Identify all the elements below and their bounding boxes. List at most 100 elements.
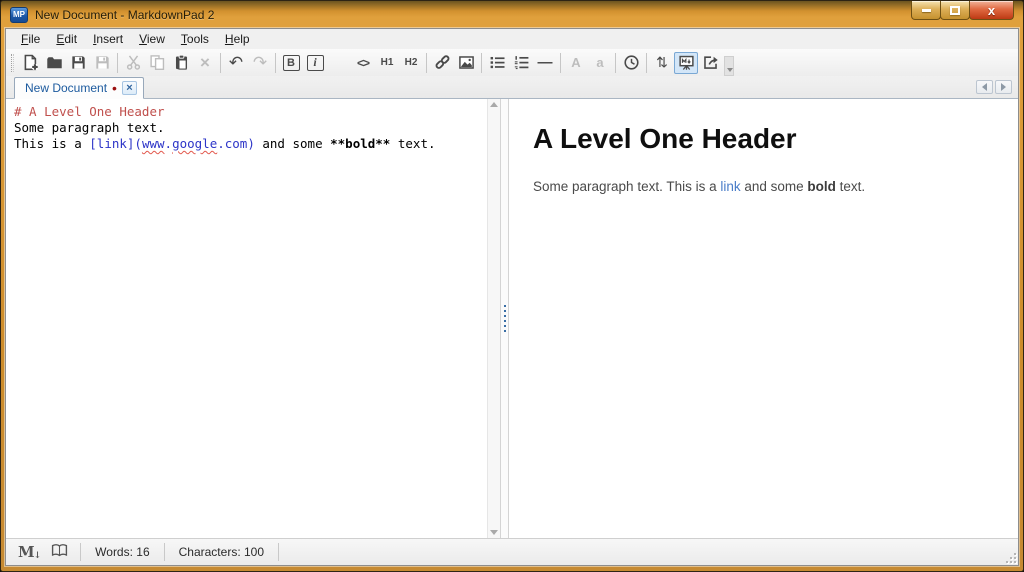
close-icon: x (988, 4, 995, 17)
numbered-list-icon (513, 54, 530, 71)
preview-forward-button[interactable] (995, 80, 1012, 94)
image-button[interactable] (454, 52, 478, 74)
redo-icon: ↷ (253, 56, 267, 70)
timestamp-button[interactable] (619, 52, 643, 74)
cut-button[interactable] (121, 52, 145, 74)
back-arrow-icon (982, 83, 987, 91)
open-folder-button[interactable] (42, 52, 66, 74)
tab-new-document[interactable]: New Document • × (14, 77, 144, 99)
live-preview-button[interactable] (674, 52, 698, 74)
menu-help[interactable]: Help (217, 30, 258, 48)
tabbar: New Document • × (6, 76, 1018, 99)
forward-arrow-icon (1001, 83, 1006, 91)
bullet-list-button[interactable] (485, 52, 509, 74)
toolbar: × ↶ ↷ Bi“ <> H1H2 — Aa ⇅ (6, 49, 1018, 76)
cut-icon (125, 54, 142, 71)
copy-button[interactable] (145, 52, 169, 74)
italic-icon: i (307, 55, 324, 71)
live-preview-icon (678, 54, 695, 71)
titlebar[interactable]: MP New Document - MarkdownPad 2 x (1, 1, 1023, 28)
preview-back-button[interactable] (976, 80, 993, 94)
toolbar-separator (615, 53, 616, 73)
app-window: MP New Document - MarkdownPad 2 x FileEd… (0, 0, 1024, 572)
editor-token: .com) (217, 136, 255, 151)
paste-button[interactable] (169, 52, 193, 74)
editor-token: text. (390, 136, 435, 151)
blockquote-button[interactable]: “ (327, 52, 351, 74)
markdown-icon[interactable]: M↓ (18, 543, 41, 561)
save-all-button[interactable] (90, 52, 114, 74)
toolbar-separator (646, 53, 647, 73)
pane-splitter[interactable] (500, 99, 509, 538)
horizontal-rule-button[interactable]: — (533, 52, 557, 74)
code-icon: <> (357, 56, 369, 70)
statusbar-icons: M↓ (6, 542, 80, 562)
resize-grip[interactable] (1002, 549, 1016, 563)
statusbar-separator (278, 543, 279, 561)
heading-1-button[interactable]: H1 (375, 52, 399, 74)
redo-button[interactable]: ↷ (248, 52, 272, 74)
undo-button[interactable]: ↶ (224, 52, 248, 74)
heading-2-button[interactable]: H2 (399, 52, 423, 74)
preview-link[interactable]: link (720, 179, 740, 194)
new-document-button[interactable] (18, 52, 42, 74)
numbered-list-button[interactable] (509, 52, 533, 74)
paste-icon (173, 54, 190, 71)
editor-line: Some paragraph text. (14, 120, 480, 136)
lowercase-button[interactable]: a (588, 52, 612, 74)
scroll-sync-button[interactable]: ⇅ (650, 52, 674, 74)
save-icon (70, 54, 87, 71)
code-button[interactable]: <> (351, 52, 375, 74)
editor-line: # A Level One Header (14, 104, 480, 120)
preview-heading: A Level One Header (533, 123, 994, 155)
save-all-icon (94, 54, 111, 71)
uppercase-button[interactable]: A (564, 52, 588, 74)
editor-pane: # A Level One HeaderSome paragraph text.… (6, 99, 500, 538)
editor-token: # A Level One Header (14, 104, 165, 119)
horizontal-rule-icon: — (538, 58, 553, 68)
maximize-button[interactable] (940, 1, 970, 20)
client-area: FileEditInsertViewToolsHelp × ↶ ↷ Bi“ <> H1H2… (5, 28, 1019, 566)
window-title: New Document - MarkdownPad 2 (35, 8, 214, 22)
menu-view[interactable]: View (131, 30, 173, 48)
statusbar: M↓ Words: 16 Characters: 100 (6, 538, 1018, 565)
close-button[interactable]: x (969, 1, 1014, 20)
unsaved-indicator: • (112, 83, 117, 93)
scroll-down-icon[interactable] (490, 530, 498, 535)
menu-tools[interactable]: Tools (173, 30, 217, 48)
toolbar-grip[interactable] (11, 54, 14, 72)
window-controls: x (912, 1, 1014, 20)
editor-token: [link]( (89, 136, 142, 151)
image-icon (458, 54, 475, 71)
tab-close-button[interactable]: × (122, 81, 137, 95)
toolbar-separator (481, 53, 482, 73)
delete-icon: × (200, 55, 210, 71)
menu-file[interactable]: File (13, 30, 48, 48)
timestamp-icon (623, 54, 640, 71)
editor-token: **bold** (330, 136, 390, 151)
bold-button[interactable]: B (279, 52, 303, 74)
editor-textarea[interactable]: # A Level One HeaderSome paragraph text.… (6, 99, 500, 157)
preview-text: Some paragraph text. This is a (533, 179, 720, 194)
delete-button[interactable]: × (193, 52, 217, 74)
menu-insert[interactable]: Insert (85, 30, 131, 48)
book-icon[interactable] (51, 542, 68, 562)
editor-token: google (172, 136, 217, 151)
undo-icon: ↶ (229, 56, 243, 70)
minimize-button[interactable] (911, 1, 941, 20)
export-icon (702, 54, 719, 71)
save-button[interactable] (66, 52, 90, 74)
toolbar-separator (220, 53, 221, 73)
maximize-icon (950, 6, 960, 15)
editor-token: Some paragraph text. (14, 120, 165, 135)
open-folder-icon (46, 54, 63, 71)
scroll-up-icon[interactable] (490, 102, 498, 107)
tab-label: New Document (25, 81, 107, 95)
link-button[interactable] (430, 52, 454, 74)
toolbar-overflow-button[interactable] (724, 56, 734, 76)
export-button[interactable] (698, 52, 722, 74)
menu-edit[interactable]: Edit (48, 30, 85, 48)
italic-button[interactable]: i (303, 52, 327, 74)
preview-bold-text: bold (807, 179, 836, 194)
editor-scrollbar[interactable] (487, 99, 500, 538)
